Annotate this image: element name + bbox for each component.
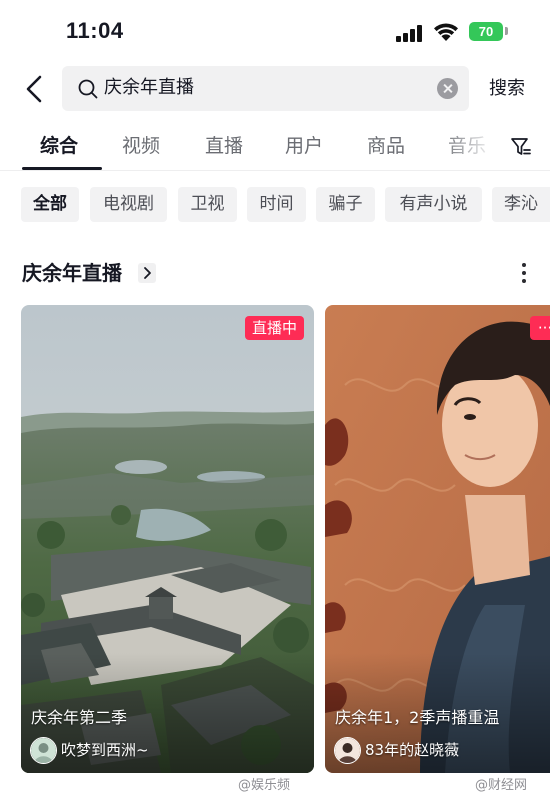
avatar[interactable] xyxy=(334,737,361,764)
chip-time[interactable]: 时间 xyxy=(247,187,306,222)
tab-live[interactable]: 直播 xyxy=(205,133,243,159)
chip-audiobook[interactable]: 有声小说 xyxy=(385,187,482,222)
result-tabs: 综合 视频 直播 用户 商品 音乐 xyxy=(0,126,550,170)
chip-satellite-tv[interactable]: 卫视 xyxy=(178,187,237,222)
chip-li-qin[interactable]: 李沁 xyxy=(492,187,550,222)
tab-comprehensive[interactable]: 综合 xyxy=(40,133,78,159)
search-submit-button[interactable]: 搜索 xyxy=(489,77,525,101)
battery-cap xyxy=(505,27,508,35)
live-badge-icon: ··· xyxy=(530,316,550,340)
live-card-season-2[interactable]: 直播中 庆余年第二季 吹梦到西洲~ xyxy=(21,305,314,773)
search-icon xyxy=(78,79,98,99)
back-arrow-icon[interactable] xyxy=(22,74,48,104)
card-author[interactable]: 吹梦到西洲~ xyxy=(61,739,149,761)
battery-indicator: 70 xyxy=(469,22,503,41)
live-badge: 直播中 xyxy=(244,316,304,340)
section-title[interactable]: 庆余年直播 xyxy=(22,259,122,287)
wifi-icon xyxy=(434,23,458,41)
status-bar: 11:04 70 xyxy=(0,0,550,60)
card-author[interactable]: 83年的赵晓薇 xyxy=(365,739,459,761)
chip-tv-drama[interactable]: 电视剧 xyxy=(90,187,167,222)
live-card-audio-replay[interactable]: ··· 庆余年1，2季声播重温 83年的赵晓薇 xyxy=(325,305,550,773)
tab-video[interactable]: 视频 xyxy=(122,133,160,159)
card-title: 庆余年1，2季声播重温 xyxy=(335,708,500,727)
watermark-right: @财经网 xyxy=(475,778,528,793)
chip-all[interactable]: 全部 xyxy=(21,187,79,222)
chevron-right-icon[interactable] xyxy=(138,263,156,283)
clear-search-icon[interactable] xyxy=(437,78,458,99)
cellular-signal-icon xyxy=(396,24,424,42)
tab-users[interactable]: 用户 xyxy=(285,133,323,159)
search-query-text[interactable]: 庆余年直播 xyxy=(104,76,194,100)
chip-scammer[interactable]: 骗子 xyxy=(316,187,375,222)
tabs-fade-overlay xyxy=(440,126,502,170)
filter-icon[interactable] xyxy=(510,136,532,158)
avatar[interactable] xyxy=(30,737,57,764)
card-title: 庆余年第二季 xyxy=(31,708,128,727)
watermark-left: @娱乐频 xyxy=(238,778,291,793)
status-time: 11:04 xyxy=(66,18,124,43)
more-options-icon[interactable] xyxy=(522,263,526,283)
tab-products[interactable]: 商品 xyxy=(367,133,405,159)
tabs-divider xyxy=(0,170,550,171)
search-input[interactable]: 庆余年直播 xyxy=(62,66,469,111)
